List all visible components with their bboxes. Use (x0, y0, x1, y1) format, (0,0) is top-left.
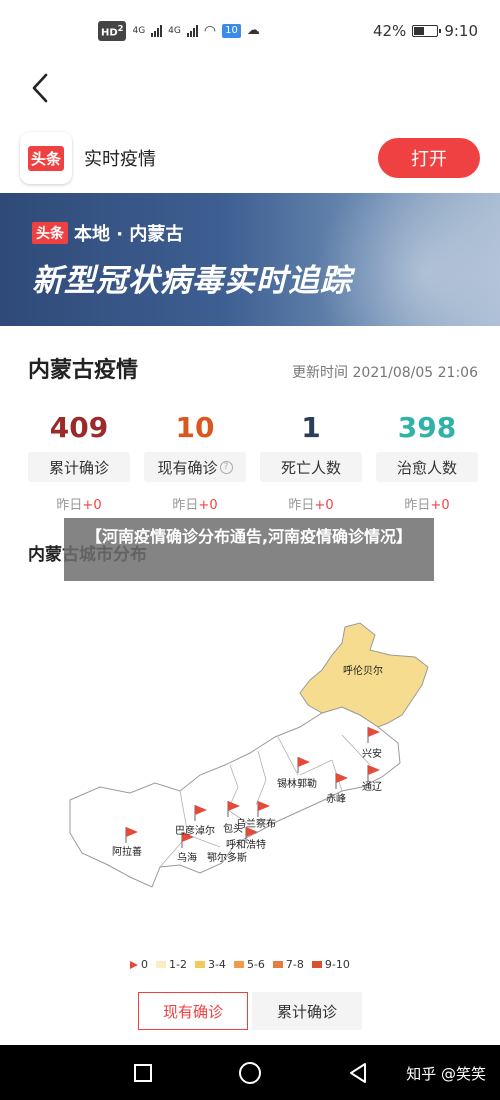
signal-label-2: 4G (168, 25, 181, 36)
open-app-button[interactable]: 打开 (378, 138, 480, 178)
legend-item: 3-4 (194, 958, 226, 971)
stat-label: 治愈人数 (376, 452, 478, 482)
watermark: 知乎 @笑笑 (406, 1065, 486, 1083)
signal-label-1: 4G (132, 25, 146, 36)
back-nav-button[interactable] (345, 1060, 371, 1086)
question-icon[interactable]: ? (219, 460, 233, 474)
stats-title: 内蒙古疫情 (28, 358, 139, 383)
map-legend: 0 1-2 3-4 5-6 7-8 9-10 (130, 958, 350, 971)
stat-recovered: 398 治愈人数 昨日+0 (376, 408, 478, 513)
clock: 9:10 (444, 22, 478, 40)
app-header: 头条 实时疫情 打开 (0, 130, 500, 186)
signal-icon (186, 24, 198, 37)
signal-icon (151, 24, 163, 37)
home-button[interactable] (237, 1060, 263, 1086)
map-label: 巴彦淖尔 (175, 824, 215, 837)
app-name: 实时疫情 (84, 149, 156, 170)
triangle-back-icon (350, 1063, 366, 1083)
hd-badge: HD2 (98, 21, 127, 41)
article-title-overlay: 【河南疫情确诊分布通告,河南疫情确诊情况】 (64, 518, 434, 581)
stat-deaths: 1 死亡人数 昨日+0 (260, 408, 362, 513)
map-label: 包头 (223, 822, 243, 835)
stat-label: 累计确诊 (28, 452, 130, 482)
map-label: 鄂尔多斯 (207, 851, 247, 864)
stat-label-box[interactable]: 现有确诊? (144, 452, 246, 482)
map-label: 阿拉善 (112, 845, 142, 858)
stats-header: 内蒙古疫情 更新时间 2021/08/05 21:06 (28, 352, 478, 384)
banner-title: 新型冠状病毒实时追踪 (32, 263, 352, 299)
stat-total-confirmed: 409 累计确诊 昨日+0 (28, 408, 130, 513)
map-label: 兴安 (362, 747, 382, 760)
wifi-chip: 10 (222, 23, 241, 38)
map-label: 通辽 (362, 781, 382, 793)
stat-delta: 昨日+0 (404, 498, 450, 513)
legend-item: 1-2 (156, 958, 187, 971)
stat-current-confirmed: 10 现有确诊? 昨日+0 (144, 408, 246, 513)
map-label: 呼和浩特 (226, 839, 266, 851)
legend-item: 9-10 (311, 958, 350, 971)
battery-percent: 42% (372, 22, 407, 40)
status-right: 42% 9:10 (373, 22, 478, 40)
region-map[interactable]: 呼伦贝尔 兴安 锡林郭勒 赤峰 通辽 乌兰察布 巴彦淖尔 包头 呼和浩特 阿拉善… (60, 615, 450, 900)
legend-item: 5-6 (233, 958, 265, 971)
circle-icon (239, 1062, 261, 1084)
tab-current-confirmed[interactable]: 现有确诊 (138, 992, 248, 1030)
flag-icon (130, 960, 138, 969)
map-tabs: 现有确诊 累计确诊 (138, 992, 362, 1030)
app-logo: 头条 (20, 132, 72, 184)
stat-delta: 昨日+0 (288, 498, 334, 513)
recent-apps-button[interactable] (130, 1060, 156, 1086)
banner-location: 本地 · 内蒙古 (74, 224, 184, 245)
stat-number: 398 (397, 411, 457, 444)
status-bar: HD2 4G 4G ◠ 10 ☁ 42% 9:10 (0, 0, 500, 62)
map-label: 呼伦贝尔 (343, 664, 383, 677)
legend-item: 0 (130, 958, 148, 971)
cloud-icon: ☁ (246, 23, 260, 39)
back-button[interactable] (22, 70, 58, 106)
system-nav-bar: 知乎 @笑笑 (0, 1045, 500, 1100)
tab-total-confirmed[interactable]: 累计确诊 (252, 992, 362, 1030)
square-icon (134, 1064, 152, 1082)
stat-number: 1 (301, 411, 321, 444)
banner: 头条 本地 · 内蒙古 新型冠状病毒实时追踪 (0, 193, 500, 326)
stat-label: 现有确诊 (157, 458, 218, 477)
stat-label: 死亡人数 (260, 452, 362, 482)
stats-grid: 409 累计确诊 昨日+0 10 现有确诊? 昨日+0 1 死亡人数 昨日+0 … (28, 408, 478, 513)
map-label: 锡林郭勒 (277, 777, 317, 790)
status-left: HD2 4G 4G ◠ 10 ☁ (98, 21, 260, 41)
banner-tag: 头条 本地 · 内蒙古 (32, 220, 183, 246)
stat-number: 409 (49, 411, 109, 444)
battery-icon (412, 25, 442, 37)
legend-item: 7-8 (272, 958, 304, 971)
stat-number: 10 (175, 411, 215, 444)
map-label: 赤峰 (326, 793, 346, 805)
wifi-icon: ◠ (203, 22, 217, 39)
update-time: 更新时间 2021/08/05 21:06 (292, 365, 478, 381)
map-label: 乌海 (177, 851, 197, 864)
banner-logo: 头条 (32, 222, 68, 244)
chevron-left-icon (32, 73, 48, 103)
stat-delta: 昨日+0 (172, 498, 218, 513)
stat-delta: 昨日+0 (56, 498, 102, 513)
